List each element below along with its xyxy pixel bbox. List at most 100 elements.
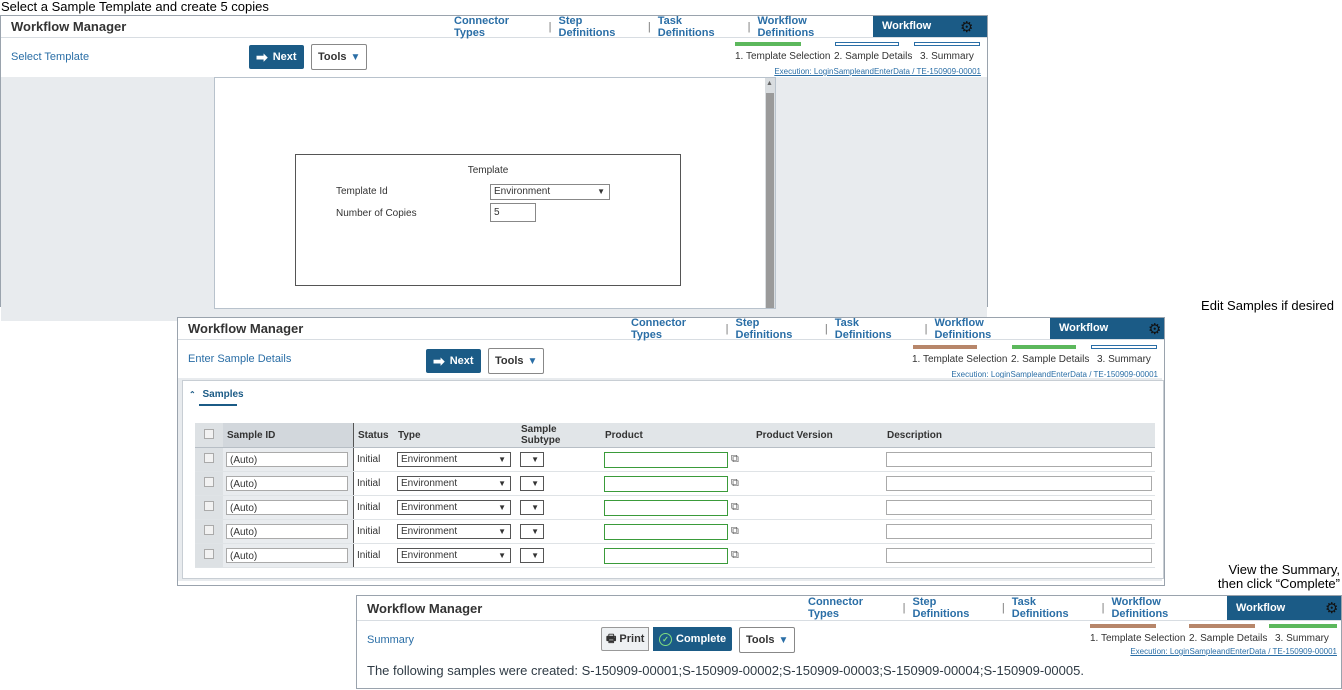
step-label-3: 3. Summary xyxy=(1097,354,1151,365)
dropdown-arrow-icon: ▼ xyxy=(531,503,539,512)
description-input[interactable] xyxy=(886,476,1152,491)
table-row: (Auto) Initial Environment ▼ ▼ ⧉ xyxy=(195,519,1155,544)
type-select[interactable]: Environment ▼ xyxy=(397,476,511,491)
scrollbar-thumb[interactable] xyxy=(766,93,774,308)
tools-button-label: Tools xyxy=(318,51,347,63)
description-input[interactable] xyxy=(886,452,1152,467)
nav-step-definitions[interactable]: Step Definitions xyxy=(559,15,641,39)
page-subtitle: Summary xyxy=(367,634,415,646)
sample-id-input[interactable]: (Auto) xyxy=(226,476,348,491)
subtype-select[interactable]: ▼ xyxy=(520,500,544,515)
row-checkbox[interactable] xyxy=(195,447,223,472)
sample-id-input[interactable]: (Auto) xyxy=(226,452,348,467)
nav-task-definitions[interactable]: Task Definitions xyxy=(1012,596,1095,620)
col-description[interactable]: Description xyxy=(883,423,1155,448)
nav-workflow-definitions[interactable]: Workflow Definitions xyxy=(757,15,864,39)
row-checkbox[interactable] xyxy=(195,519,223,544)
step-label-2: 2. Sample Details xyxy=(834,51,913,62)
caption-summary-1: View the Summary, xyxy=(1228,562,1340,577)
col-product[interactable]: Product xyxy=(601,423,752,448)
nav-task-definitions[interactable]: Task Definitions xyxy=(658,15,741,39)
col-type[interactable]: Type xyxy=(394,423,517,448)
sample-id-input[interactable]: (Auto) xyxy=(226,548,348,563)
tools-button[interactable]: Tools ▼ xyxy=(311,44,368,70)
gear-icon[interactable]: ⚙ xyxy=(1148,320,1161,338)
gear-icon[interactable]: ⚙ xyxy=(1325,599,1338,617)
description-cell xyxy=(883,471,1155,496)
scrollbar[interactable]: ▲ xyxy=(765,78,775,308)
type-cell: Environment ▼ xyxy=(394,495,517,520)
row-checkbox[interactable] xyxy=(195,543,223,568)
toolbar: Enter Sample Details ➡ Next Tools ▼ 1. T… xyxy=(178,340,1164,379)
nav-workflow-definitions[interactable]: Workflow Definitions xyxy=(1111,596,1218,620)
nav-connector-types[interactable]: Connector Types xyxy=(631,317,719,341)
sample-details-panel: Workflow Manager Connector Types | Step … xyxy=(177,317,1165,586)
nav-connector-types[interactable]: Connector Types xyxy=(454,15,542,39)
nav-separator: | xyxy=(647,20,651,33)
execution-link[interactable]: Execution: LoginSampleandEnterData / TE-… xyxy=(1130,647,1337,656)
product-input[interactable] xyxy=(604,451,728,468)
nav-connector-types[interactable]: Connector Types xyxy=(808,596,896,620)
template-form: Template Template Id Environment ▼ Numbe… xyxy=(295,154,681,286)
execution-link[interactable]: Execution: LoginSampleandEnterData / TE-… xyxy=(774,67,981,76)
type-value: Environment xyxy=(401,478,458,489)
type-select[interactable]: Environment ▼ xyxy=(397,452,511,467)
row-checkbox[interactable] xyxy=(195,495,223,520)
external-link-icon[interactable]: ⧉ xyxy=(731,549,739,562)
product-input[interactable] xyxy=(604,523,728,540)
nav-workflow-manager[interactable]: Workflow Manager xyxy=(1226,596,1341,638)
sample-id-cell: (Auto) xyxy=(223,519,354,544)
dropdown-arrow-icon: ▼ xyxy=(498,479,506,488)
next-button[interactable]: ➡ Next xyxy=(249,45,304,69)
col-subtype[interactable]: Sample Subtype xyxy=(517,423,601,448)
next-button[interactable]: ➡ Next xyxy=(426,349,481,373)
nav-task-definitions[interactable]: Task Definitions xyxy=(835,317,918,341)
top-nav: Connector Types | Step Definitions | Tas… xyxy=(631,317,1164,355)
nav-step-definitions[interactable]: Step Definitions xyxy=(736,317,818,341)
samples-toggle[interactable]: ⌃ Samples xyxy=(189,389,244,400)
created-samples-message: The following samples were created: S-15… xyxy=(367,663,1084,678)
type-select[interactable]: Environment ▼ xyxy=(397,524,511,539)
external-link-icon[interactable]: ⧉ xyxy=(731,501,739,514)
col-sample-id[interactable]: Sample ID xyxy=(223,423,354,448)
complete-button-label: Complete xyxy=(676,633,727,645)
select-all-checkbox[interactable] xyxy=(195,423,223,448)
complete-button[interactable]: ✓ Complete xyxy=(653,627,733,651)
product-input[interactable] xyxy=(604,499,728,516)
product-input[interactable] xyxy=(604,547,728,564)
nav-separator: | xyxy=(548,20,552,33)
external-link-icon[interactable]: ⧉ xyxy=(731,477,739,490)
template-id-select[interactable]: Environment ▼ xyxy=(490,184,610,200)
external-link-icon[interactable]: ⧉ xyxy=(731,453,739,466)
external-link-icon[interactable]: ⧉ xyxy=(731,525,739,538)
subtype-select[interactable]: ▼ xyxy=(520,452,544,467)
subtype-select[interactable]: ▼ xyxy=(520,476,544,491)
tools-button[interactable]: Tools ▼ xyxy=(739,627,796,653)
step-label-2: 2. Sample Details xyxy=(1189,633,1268,644)
type-select[interactable]: Environment ▼ xyxy=(397,500,511,515)
description-input[interactable] xyxy=(886,548,1152,563)
print-button[interactable]: 🖶 Print xyxy=(601,627,650,651)
description-cell xyxy=(883,447,1155,472)
type-select[interactable]: Environment ▼ xyxy=(397,548,511,563)
print-button-label: Print xyxy=(619,633,645,645)
type-cell: Environment ▼ xyxy=(394,543,517,568)
nav-step-definitions[interactable]: Step Definitions xyxy=(913,596,995,620)
subtype-select[interactable]: ▼ xyxy=(520,548,544,563)
col-status[interactable]: Status xyxy=(353,423,394,448)
sample-id-input[interactable]: (Auto) xyxy=(226,524,348,539)
nav-workflow-manager[interactable]: Workflow Manager xyxy=(1049,318,1164,355)
scroll-up-icon[interactable]: ▲ xyxy=(766,80,773,87)
copies-input[interactable]: 5 xyxy=(490,203,536,222)
description-cell xyxy=(883,495,1155,520)
nav-workflow-definitions[interactable]: Workflow Definitions xyxy=(934,317,1041,341)
sample-id-input[interactable]: (Auto) xyxy=(226,500,348,515)
subtype-select[interactable]: ▼ xyxy=(520,524,544,539)
col-product-version[interactable]: Product Version xyxy=(752,423,883,448)
row-checkbox[interactable] xyxy=(195,471,223,496)
tools-button[interactable]: Tools ▼ xyxy=(488,348,545,374)
product-input[interactable] xyxy=(604,475,728,492)
description-input[interactable] xyxy=(886,500,1152,515)
description-input[interactable] xyxy=(886,524,1152,539)
gear-icon[interactable]: ⚙ xyxy=(960,18,973,36)
